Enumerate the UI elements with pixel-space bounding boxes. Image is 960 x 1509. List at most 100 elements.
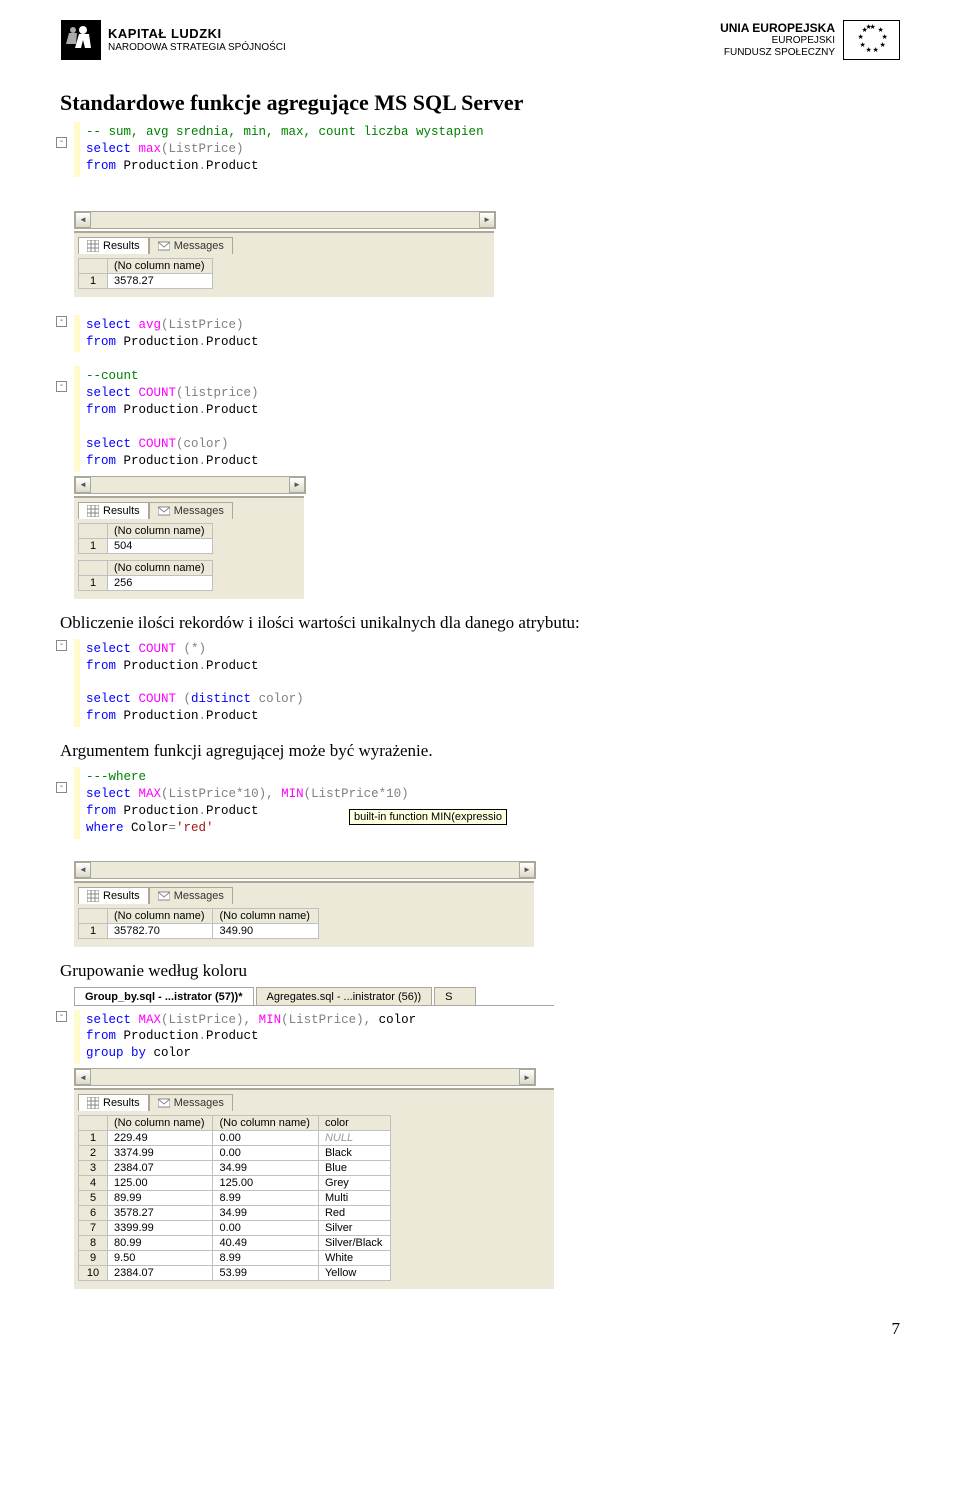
cell-value[interactable]: 80.99 bbox=[108, 1236, 213, 1251]
scroll-right-icon[interactable]: ► bbox=[289, 477, 305, 493]
code-block-5: - ---where select MAX(ListPrice*10), MIN… bbox=[74, 767, 900, 947]
cell-value[interactable]: 34.99 bbox=[213, 1161, 318, 1176]
row-number[interactable]: 1 bbox=[79, 1131, 108, 1146]
cell-value[interactable]: 0.00 bbox=[213, 1131, 318, 1146]
doc-tab-more[interactable]: S bbox=[434, 987, 476, 1005]
cell-value[interactable]: Black bbox=[318, 1146, 390, 1161]
cell-value[interactable]: Silver/Black bbox=[318, 1236, 390, 1251]
cell-value[interactable]: 125.00 bbox=[108, 1176, 213, 1191]
cell-value[interactable]: 0.00 bbox=[213, 1221, 318, 1236]
cell-value[interactable]: 9.50 bbox=[108, 1251, 213, 1266]
cell-value[interactable]: Silver bbox=[318, 1221, 390, 1236]
horizontal-scrollbar[interactable]: ◄ ► bbox=[74, 476, 306, 494]
row-number[interactable]: 1 bbox=[79, 538, 108, 553]
collapse-icon[interactable]: - bbox=[56, 316, 67, 327]
row-number[interactable]: 1 bbox=[79, 923, 108, 938]
doc-tab-groupby[interactable]: Group_by.sql - ...istrator (57))* bbox=[74, 987, 254, 1005]
cell-value[interactable]: Grey bbox=[318, 1176, 390, 1191]
tab-messages[interactable]: Messages bbox=[149, 237, 233, 254]
scroll-left-icon[interactable]: ◄ bbox=[75, 862, 91, 878]
column-header[interactable]: (No column name) bbox=[108, 523, 213, 538]
tab-results[interactable]: Results bbox=[78, 887, 149, 904]
cell-value[interactable]: 35782.70 bbox=[108, 923, 213, 938]
cell-value[interactable]: 256 bbox=[108, 575, 213, 590]
column-header[interactable]: (No column name) bbox=[108, 908, 213, 923]
tab-messages[interactable]: Messages bbox=[149, 502, 233, 519]
column-header[interactable]: (No column name) bbox=[213, 1116, 318, 1131]
horizontal-scrollbar[interactable]: ◄ ► bbox=[74, 1068, 536, 1086]
scroll-right-icon[interactable]: ► bbox=[519, 1069, 535, 1085]
row-number[interactable]: 1 bbox=[79, 575, 108, 590]
cell-value[interactable]: 8.99 bbox=[213, 1191, 318, 1206]
scroll-right-icon[interactable]: ► bbox=[519, 862, 535, 878]
scroll-left-icon[interactable]: ◄ bbox=[75, 477, 91, 493]
tab-results[interactable]: Results bbox=[78, 502, 149, 519]
collapse-icon[interactable]: - bbox=[56, 381, 67, 392]
row-number[interactable]: 5 bbox=[79, 1191, 108, 1206]
row-number[interactable]: 4 bbox=[79, 1176, 108, 1191]
tab-results[interactable]: Results bbox=[78, 237, 149, 254]
collapse-icon[interactable]: - bbox=[56, 782, 67, 793]
collapse-icon[interactable]: - bbox=[56, 137, 67, 148]
scroll-right-icon[interactable]: ► bbox=[479, 212, 495, 228]
cell-value[interactable]: 2384.07 bbox=[108, 1161, 213, 1176]
logo-left-sub: NARODOWA STRATEGIA SPÓJNOŚCI bbox=[108, 42, 286, 53]
column-header[interactable]: (No column name) bbox=[108, 560, 213, 575]
cell-value[interactable]: Yellow bbox=[318, 1266, 390, 1281]
column-header[interactable]: (No column name) bbox=[108, 1116, 213, 1131]
column-header[interactable]: color bbox=[318, 1116, 390, 1131]
cell-value[interactable]: 3578.27 bbox=[108, 1206, 213, 1221]
collapse-icon[interactable]: - bbox=[56, 640, 67, 651]
message-icon bbox=[158, 505, 170, 517]
sql-editor[interactable]: ---where select MAX(ListPrice*10), MIN(L… bbox=[74, 767, 548, 839]
cell-value[interactable]: 89.99 bbox=[108, 1191, 213, 1206]
cell-value[interactable]: 34.99 bbox=[213, 1206, 318, 1221]
collapse-icon[interactable]: - bbox=[56, 1011, 67, 1022]
cell-value[interactable]: 0.00 bbox=[213, 1146, 318, 1161]
tab-messages[interactable]: Messages bbox=[149, 1094, 233, 1111]
scroll-left-icon[interactable]: ◄ bbox=[75, 212, 91, 228]
cell-value[interactable]: 40.49 bbox=[213, 1236, 318, 1251]
cell-value[interactable]: 349.90 bbox=[213, 923, 318, 938]
scroll-left-icon[interactable]: ◄ bbox=[75, 1069, 91, 1085]
row-number[interactable]: 8 bbox=[79, 1236, 108, 1251]
cell-value[interactable]: 3374.99 bbox=[108, 1146, 213, 1161]
row-number[interactable]: 2 bbox=[79, 1146, 108, 1161]
horizontal-scrollbar[interactable]: ◄ ► bbox=[74, 861, 536, 879]
cell-value[interactable]: 125.00 bbox=[213, 1176, 318, 1191]
cell-value[interactable]: 2384.07 bbox=[108, 1266, 213, 1281]
cell-value[interactable]: White bbox=[318, 1251, 390, 1266]
horizontal-scrollbar[interactable]: ◄ ► bbox=[74, 211, 496, 229]
results-grid: (No column name) (No column name) color … bbox=[78, 1115, 391, 1281]
sql-editor[interactable]: --count select COUNT(listprice) from Pro… bbox=[74, 366, 318, 471]
sql-editor[interactable]: select avg(ListPrice) from Production.Pr… bbox=[74, 315, 338, 353]
row-number[interactable]: 9 bbox=[79, 1251, 108, 1266]
sql-editor[interactable]: select MAX(ListPrice), MIN(ListPrice), c… bbox=[74, 1010, 548, 1065]
cell-value[interactable]: NULL bbox=[318, 1131, 390, 1146]
row-number[interactable]: 10 bbox=[79, 1266, 108, 1281]
cell-value[interactable]: 229.49 bbox=[108, 1131, 213, 1146]
row-number[interactable]: 7 bbox=[79, 1221, 108, 1236]
tab-results[interactable]: Results bbox=[78, 1094, 149, 1111]
tab-messages[interactable]: Messages bbox=[149, 887, 233, 904]
cell-value[interactable]: Multi bbox=[318, 1191, 390, 1206]
sql-editor[interactable]: select COUNT (*) from Production.Product… bbox=[74, 639, 408, 727]
results-pane: Results Messages (No column name) 1504 (… bbox=[74, 496, 304, 599]
cell-value[interactable]: Blue bbox=[318, 1161, 390, 1176]
cell-value[interactable]: Red bbox=[318, 1206, 390, 1221]
grid-icon bbox=[87, 505, 99, 517]
logo-kapital-ludzki: KAPITAŁ LUDZKI NARODOWA STRATEGIA SPÓJNO… bbox=[60, 20, 286, 60]
column-header[interactable]: (No column name) bbox=[213, 908, 318, 923]
results-grid: (No column name) 13578.27 bbox=[78, 258, 213, 289]
doc-tab-aggregates[interactable]: Agregates.sql - ...inistrator (56)) bbox=[256, 987, 433, 1005]
cell-value[interactable]: 8.99 bbox=[213, 1251, 318, 1266]
cell-value[interactable]: 504 bbox=[108, 538, 213, 553]
sql-editor[interactable]: -- sum, avg srednia, min, max, count lic… bbox=[74, 122, 508, 177]
row-number[interactable]: 1 bbox=[79, 273, 108, 288]
column-header[interactable]: (No column name) bbox=[108, 258, 213, 273]
cell-value[interactable]: 3399.99 bbox=[108, 1221, 213, 1236]
cell-value[interactable]: 3578.27 bbox=[108, 273, 213, 288]
row-number[interactable]: 6 bbox=[79, 1206, 108, 1221]
row-number[interactable]: 3 bbox=[79, 1161, 108, 1176]
cell-value[interactable]: 53.99 bbox=[213, 1266, 318, 1281]
